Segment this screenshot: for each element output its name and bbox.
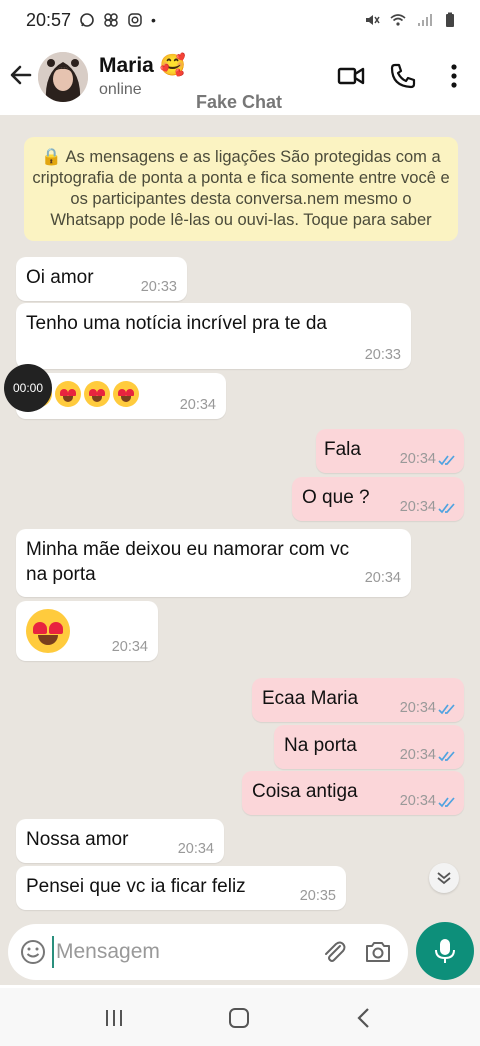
status-left: 20:57 • — [26, 10, 156, 31]
status-bar: 20:57 • — [0, 0, 480, 40]
message-bubble-incoming[interactable]: Pensei que vc ia ficar feliz 20:35 — [16, 866, 346, 910]
signal-icon — [418, 14, 432, 26]
message-bubble-incoming[interactable]: Minha mãe deixou eu namorar com vc na po… — [16, 529, 411, 597]
back-nav-icon[interactable] — [351, 1005, 377, 1031]
message-time: 20:35 — [299, 888, 336, 904]
paperclip-icon[interactable] — [320, 938, 348, 966]
avatar-photo — [38, 52, 88, 102]
status-time: 20:57 — [26, 9, 72, 30]
contact-name[interactable]: Maria 🥰 — [99, 54, 186, 78]
chat-area[interactable]: 🔒 As mensagens e as ligações São protegi… — [0, 115, 480, 985]
wifi-icon — [390, 14, 406, 26]
whatsapp-notification-icon — [80, 13, 94, 27]
message-text: Ecaa Maria — [262, 688, 359, 709]
home-icon[interactable] — [226, 1005, 252, 1031]
heart-eyes-emoji-icon — [55, 381, 81, 407]
message-time: 20:34 — [111, 639, 148, 655]
system-navigation-bar — [0, 988, 480, 1046]
back-arrow-icon[interactable] — [8, 62, 34, 88]
recent-apps-icon[interactable] — [101, 1005, 127, 1031]
microphone-icon — [435, 939, 455, 963]
read-receipt-icon — [438, 503, 455, 514]
message-text: O que ? — [302, 487, 370, 508]
read-receipt-icon — [438, 751, 455, 762]
read-receipt-icon — [438, 455, 455, 466]
message-bubble-outgoing[interactable]: Ecaa Maria 20:34 — [252, 678, 464, 722]
message-time: 20:34 — [399, 700, 436, 716]
voice-record-button[interactable] — [416, 922, 474, 980]
contact-avatar[interactable] — [38, 52, 88, 102]
message-bubble-incoming[interactable]: Nossa amor 20:34 — [16, 819, 224, 863]
read-receipt-icon — [438, 704, 455, 715]
recording-timer-bubble[interactable]: 00:00 — [4, 364, 52, 412]
message-bubble-outgoing[interactable]: Coisa antiga 20:34 — [242, 771, 464, 815]
message-time: 20:34 — [399, 499, 436, 515]
encryption-notice[interactable]: 🔒 As mensagens e as ligações São protegi… — [24, 137, 458, 241]
message-time: 20:34 — [399, 747, 436, 763]
message-text: Na porta — [284, 735, 357, 756]
camera-icon[interactable] — [364, 938, 392, 966]
status-dot: • — [151, 12, 156, 28]
message-text: Pensei que vc ia ficar feliz — [26, 876, 246, 897]
mute-icon — [366, 15, 380, 25]
heart-eyes-emoji-icon — [113, 381, 139, 407]
chat-header: Maria 🥰 online Fake Chat — [0, 40, 480, 115]
emoji-picker-icon[interactable] — [20, 939, 46, 965]
message-time: 20:33 — [140, 279, 177, 295]
message-time: 20:34 — [364, 570, 401, 586]
message-text: Fala — [324, 439, 361, 460]
scroll-to-bottom-button[interactable] — [429, 863, 459, 893]
instagram-notification-icon — [128, 13, 142, 27]
message-text: Nossa amor — [26, 829, 129, 850]
double-chevron-down-icon — [437, 872, 451, 885]
message-input[interactable] — [52, 936, 302, 968]
message-text: Tenho uma notícia incrível pra te da — [26, 313, 328, 334]
heart-eyes-emoji-icon — [26, 609, 70, 653]
more-options-icon[interactable] — [440, 62, 468, 90]
message-time: 20:34 — [179, 397, 216, 413]
message-bubble-incoming[interactable]: Oi amor 20:33 — [16, 257, 187, 301]
pinwheel-notification-icon — [104, 13, 118, 27]
battery-icon — [446, 12, 454, 27]
message-bubble-outgoing[interactable]: Na porta 20:34 — [274, 725, 464, 769]
video-call-icon[interactable] — [337, 62, 365, 90]
message-time: 20:34 — [399, 793, 436, 809]
phone-call-icon[interactable] — [389, 62, 417, 90]
message-text: Oi amor — [26, 267, 94, 288]
message-bubble-incoming[interactable]: 😍 20:34 — [16, 601, 158, 661]
status-right — [364, 12, 458, 28]
message-bubble-incoming[interactable]: Tenho uma notícia incrível pra te da 20:… — [16, 303, 411, 369]
message-time: 20:34 — [177, 841, 214, 857]
message-time: 20:33 — [364, 347, 401, 363]
heart-eyes-emoji-icon — [84, 381, 110, 407]
read-receipt-icon — [438, 797, 455, 808]
message-bubble-outgoing[interactable]: O que ? 20:34 — [292, 477, 464, 521]
message-text: Coisa antiga — [252, 781, 358, 802]
contact-status: online — [99, 81, 142, 98]
app-watermark: Fake Chat — [196, 92, 283, 112]
message-bubble-outgoing[interactable]: Fala 20:34 — [316, 429, 464, 473]
message-time: 20:34 — [399, 451, 436, 467]
message-composer — [8, 924, 408, 980]
message-text: Minha mãe deixou eu namorar com vc na po… — [26, 539, 350, 585]
